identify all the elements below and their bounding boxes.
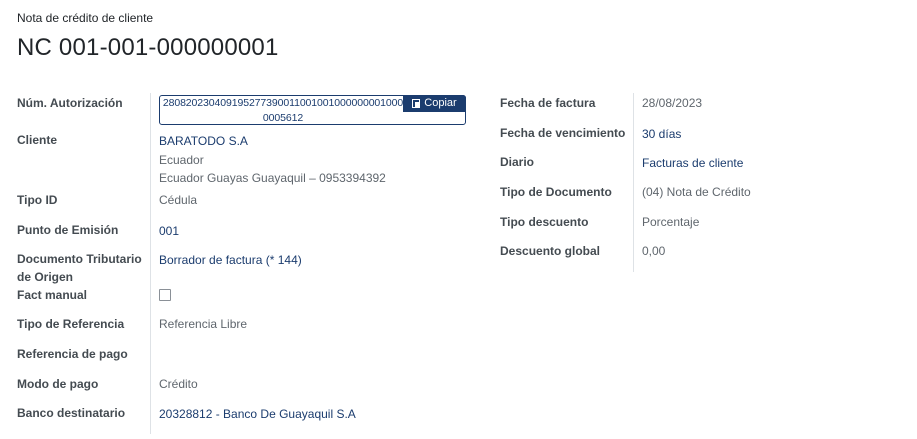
- fecha-factura-value[interactable]: 28/08/2023: [642, 94, 702, 112]
- tipo-descuento-value[interactable]: Porcentaje: [642, 213, 699, 231]
- auth-number-field[interactable]: 2808202304091952773900110010010000000010…: [159, 95, 466, 125]
- right-column-separator: [633, 93, 634, 272]
- punto-emision-label: Punto de Emisión: [17, 223, 119, 237]
- tipo-documento-value[interactable]: (04) Nota de Crédito: [642, 183, 751, 201]
- tipo-referencia-value[interactable]: Referencia Libre: [159, 315, 247, 333]
- diario-label: Diario: [500, 155, 535, 169]
- banco-destinatario-link[interactable]: 20328812 - Banco De Guayaquil S.A: [159, 405, 356, 423]
- tipo-documento-label: Tipo de Documento: [500, 185, 612, 199]
- auth-label: Núm. Autorización: [17, 96, 123, 110]
- descuento-global-value[interactable]: 0,00: [642, 242, 665, 260]
- auth-number-value[interactable]: 2808202304091952773900110010010000000010…: [162, 96, 404, 125]
- fecha-vencimiento-label: Fecha de vencimiento: [500, 126, 626, 140]
- diario-link[interactable]: Facturas de cliente: [642, 154, 743, 172]
- page-title: NC 001-001-000000001: [17, 34, 279, 61]
- fact-manual-label: Fact manual: [17, 288, 88, 302]
- copy-button[interactable]: Copiar: [403, 95, 466, 112]
- doc-tributario-label: Documento Tributario de Origen: [17, 252, 142, 284]
- copy-icon: [412, 98, 421, 109]
- modo-pago-label: Modo de pago: [17, 377, 99, 391]
- cliente-label: Cliente: [17, 133, 58, 147]
- cliente-address: Ecuador Guayas Guayaquil – 0953394392: [159, 171, 386, 185]
- tipo-descuento-label: Tipo descuento: [500, 215, 589, 229]
- cliente-name-link[interactable]: BARATODO S.A: [159, 132, 248, 150]
- banco-destinatario-label: Banco destinatario: [17, 406, 126, 420]
- tipo-id-label: Tipo ID: [17, 193, 58, 207]
- cliente-country: Ecuador: [159, 153, 204, 167]
- fecha-factura-label: Fecha de factura: [500, 96, 596, 110]
- document-type: Nota de crédito de cliente: [17, 11, 154, 25]
- copy-button-label: Copiar: [424, 97, 457, 109]
- left-column-separator: [150, 93, 151, 434]
- modo-pago-value[interactable]: Crédito: [159, 375, 198, 393]
- fact-manual-checkbox[interactable]: [159, 289, 171, 301]
- tipo-id-value[interactable]: Cédula: [159, 191, 197, 209]
- referencia-pago-label: Referencia de pago: [17, 347, 128, 361]
- descuento-global-label: Descuento global: [500, 244, 601, 258]
- tipo-referencia-label: Tipo de Referencia: [17, 317, 125, 331]
- punto-emision-value[interactable]: 001: [159, 222, 179, 240]
- doc-tributario-link[interactable]: Borrador de factura (* 144): [159, 251, 302, 269]
- fecha-vencimiento-value[interactable]: 30 días: [642, 125, 681, 143]
